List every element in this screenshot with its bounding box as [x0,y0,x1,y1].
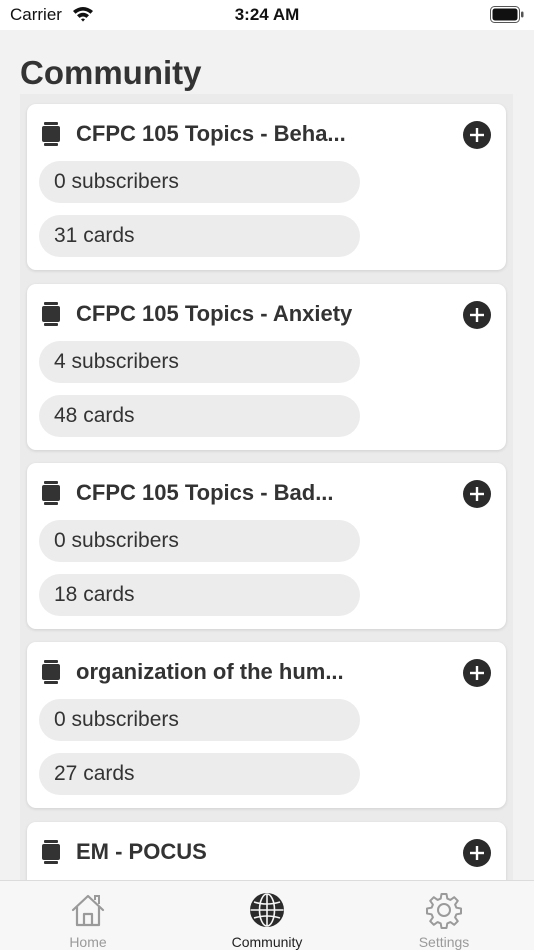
globe-icon [250,893,284,927]
tab-community[interactable]: Community [207,881,327,950]
subscriber-count: 0 subscribers [39,161,360,203]
add-deck-button[interactable] [463,121,491,149]
add-deck-button[interactable] [463,301,491,329]
deck-card[interactable]: CFPC 105 Topics - Beha... 0 subscribers … [27,104,506,270]
tab-label: Settings [418,934,470,950]
plus-icon [470,308,484,322]
page-title: Community [20,54,202,91]
card-count: 27 cards [39,753,360,795]
deck-icon [41,122,61,151]
card-count: 48 cards [39,395,360,437]
card-count: 31 cards [39,215,360,257]
deck-list[interactable]: CFPC 105 Topics - Beha... 0 subscribers … [20,94,513,880]
gear-icon [426,893,462,929]
deck-title: CFPC 105 Topics - Anxiety [76,301,353,326]
add-deck-button[interactable] [463,659,491,687]
plus-icon [470,846,484,860]
plus-icon [470,487,484,501]
plus-icon [470,666,484,680]
deck-icon [41,481,61,510]
deck-card[interactable]: EM - POCUS [27,822,506,880]
deck-icon [41,302,61,331]
tab-label: Community [231,934,303,950]
status-time: 3:24 AM [234,5,300,24]
deck-icon [41,660,61,689]
deck-card[interactable]: CFPC 105 Topics - Bad... 0 subscribers 1… [27,463,506,629]
subscriber-count: 0 subscribers [39,520,360,562]
deck-title: EM - POCUS [76,839,207,864]
subscriber-count: 4 subscribers [39,341,360,383]
deck-title: CFPC 105 Topics - Bad... [76,480,334,505]
status-bar: Carrier 3:24 AM [0,0,534,30]
add-deck-button[interactable] [463,480,491,508]
battery-icon [490,6,524,28]
house-icon [71,894,105,927]
subscriber-count: 0 subscribers [39,699,360,741]
deck-icon [41,840,61,869]
deck-title: CFPC 105 Topics - Beha... [76,121,346,146]
tab-bar: Home Community Settings [0,880,534,950]
tab-settings[interactable]: Settings [384,881,504,950]
card-count: 18 cards [39,574,360,616]
deck-card[interactable]: organization of the hum... 0 subscribers… [27,642,506,808]
plus-icon [470,128,484,142]
deck-title: organization of the hum... [76,659,344,684]
deck-card[interactable]: CFPC 105 Topics - Anxiety 4 subscribers … [27,284,506,450]
add-deck-button[interactable] [463,839,491,867]
tab-home[interactable]: Home [28,881,148,950]
tab-label: Home [69,934,107,950]
